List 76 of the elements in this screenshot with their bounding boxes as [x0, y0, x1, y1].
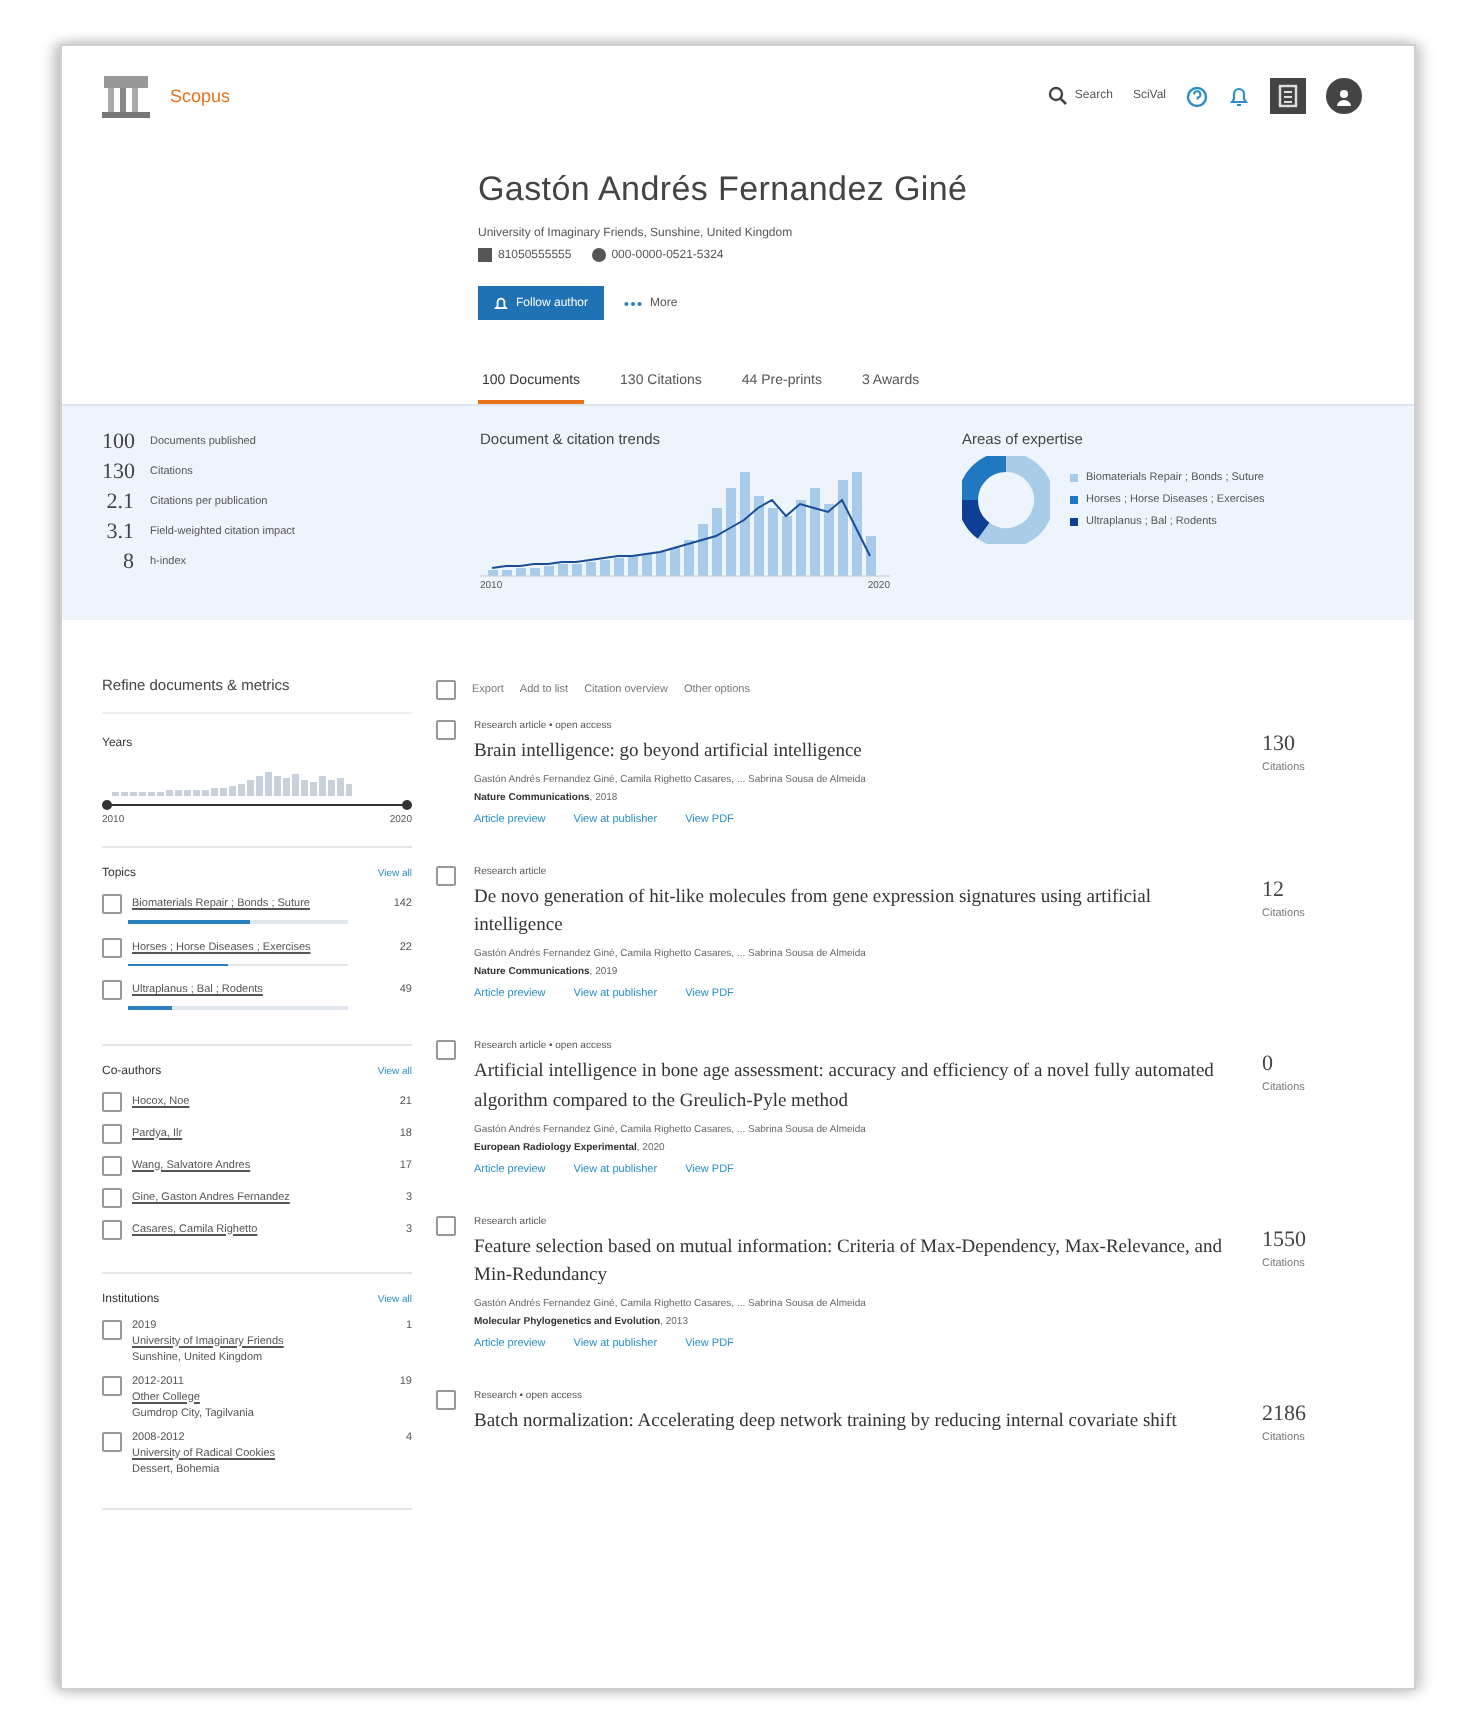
chart-bar	[810, 488, 820, 576]
chart-bar	[852, 472, 862, 576]
chart-bar	[768, 508, 778, 576]
checkbox[interactable]	[102, 1319, 122, 1339]
chart-bar	[782, 516, 792, 576]
chart-bar	[488, 570, 498, 576]
checkbox[interactable]	[102, 1375, 122, 1395]
chart-bar	[614, 558, 624, 576]
citation-count: 12	[1262, 877, 1286, 902]
chart-bar	[656, 552, 666, 576]
bell-icon[interactable]	[1228, 85, 1250, 107]
metric-value: 2.1	[104, 490, 134, 514]
metric-value: 3.1	[104, 520, 134, 544]
help-icon[interactable]	[1186, 85, 1208, 107]
document-title[interactable]: De novo generation of hit-like molecules from gene expression signatures using artificial intelligence	[474, 883, 1244, 943]
chart-bar	[502, 570, 512, 576]
document-title[interactable]: Artificial intelligence in bone age assessment: accuracy and efficiency of a novel fully automated algorithm compared to the Greulich-Pyle method	[474, 1058, 1244, 1118]
chart-bar	[586, 562, 596, 576]
logo-icon	[102, 72, 150, 120]
chart-bar	[642, 554, 652, 576]
author-name: Gastón Andrés Fernandez Giné	[478, 170, 970, 210]
chart-bar	[754, 496, 764, 576]
bell-icon	[494, 296, 508, 310]
avatar[interactable]	[1326, 78, 1362, 114]
document-title[interactable]: Brain intelligence: go beyond artificial intelligence	[474, 738, 1244, 768]
checkbox[interactable]	[436, 1390, 456, 1411]
checkbox[interactable]	[102, 1155, 122, 1175]
chart-bar	[572, 564, 582, 576]
chart-bar	[824, 504, 834, 576]
chart-bar	[544, 566, 554, 576]
checkbox[interactable]	[102, 1219, 122, 1239]
checkbox[interactable]	[436, 865, 456, 886]
chart-bar	[684, 540, 694, 576]
citation-count: 130	[1262, 732, 1297, 756]
chart-bar	[628, 556, 638, 576]
chart-bar	[670, 548, 680, 576]
checkbox[interactable]	[436, 1215, 456, 1236]
checkbox[interactable]	[102, 1091, 122, 1111]
search-icon	[1048, 86, 1069, 106]
checkbox[interactable]	[436, 720, 456, 740]
checkbox[interactable]	[102, 980, 122, 1000]
citation-count: 1550	[1262, 1227, 1308, 1252]
chart-bar	[558, 564, 568, 576]
id-card-icon	[478, 248, 492, 262]
checkbox[interactable]	[102, 1431, 122, 1451]
chart-bar	[698, 524, 708, 576]
document-title[interactable]: Batch normalization: Accelerating deep network training by reducing internal covariate shift	[474, 1408, 1244, 1438]
slider-handle[interactable]	[402, 800, 412, 810]
checkbox[interactable]	[436, 680, 456, 700]
chart-bar	[866, 536, 876, 576]
chart-bar	[530, 568, 540, 576]
chart-bar	[838, 480, 848, 576]
chart-bar	[712, 508, 722, 576]
checkbox[interactable]	[102, 894, 122, 914]
ellipsis-icon	[624, 299, 643, 307]
checkbox[interactable]	[102, 937, 122, 957]
chart-bar	[740, 472, 750, 576]
checkbox[interactable]	[102, 1123, 122, 1143]
chart-bar	[726, 488, 736, 576]
checkbox[interactable]	[436, 1040, 456, 1061]
donut-chart-drawing	[962, 456, 1050, 544]
chart-bar	[796, 500, 806, 576]
brand-name: Scopus	[170, 86, 231, 106]
document-title[interactable]: Feature selection based on mutual information: Criteria of Max-Dependency, Max-Relevance, and Min-Redundancy	[474, 1233, 1244, 1293]
person-icon	[1336, 87, 1352, 105]
chart-bar	[600, 560, 610, 576]
metric-value: 100	[102, 430, 134, 454]
checkbox[interactable]	[102, 1187, 122, 1207]
metric-value: 8	[121, 550, 134, 574]
orcid-icon	[591, 248, 606, 262]
citation-count: 0	[1262, 1052, 1275, 1077]
metric-value: 130	[102, 460, 134, 484]
clipboard-icon[interactable]	[1270, 78, 1306, 114]
slider-handle[interactable]	[102, 800, 112, 810]
chart-bar	[516, 568, 526, 576]
citation-count: 2186	[1262, 1402, 1308, 1427]
